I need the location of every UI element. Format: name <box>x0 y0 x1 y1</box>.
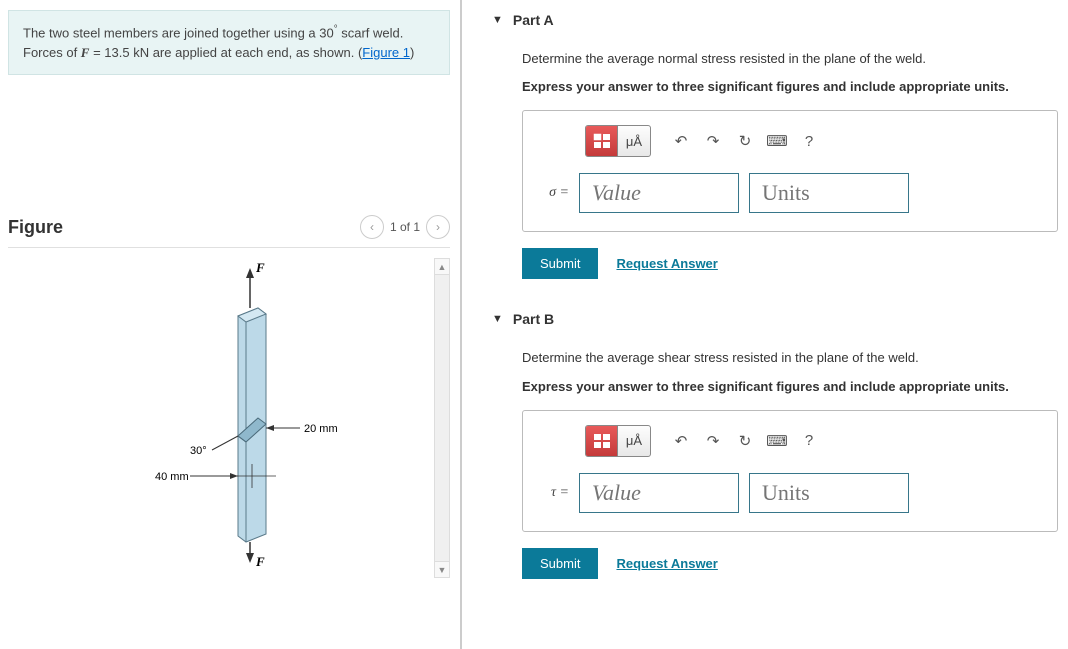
part-a-submit-button[interactable]: Submit <box>522 248 598 279</box>
keyboard-button[interactable]: ⌨ <box>761 126 793 156</box>
part-b-value-input[interactable] <box>579 473 739 513</box>
part-b-input-row: τ = <box>539 473 1041 513</box>
undo-button[interactable]: ↶ <box>665 126 697 156</box>
undo-button[interactable]: ↶ <box>665 426 697 456</box>
figure-nav: ‹ 1 of 1 › <box>360 215 450 239</box>
scroll-up-icon[interactable]: ▲ <box>435 259 449 275</box>
left-panel: The two steel members are joined togethe… <box>0 0 460 649</box>
part-a-instruction: Express your answer to three significant… <box>522 78 1058 96</box>
figure-area: F 30° <box>8 258 450 578</box>
units-tool-button[interactable]: μÅ <box>618 126 650 156</box>
caret-down-icon: ▼ <box>492 14 503 26</box>
part-a-prompt: Determine the average normal stress resi… <box>522 50 1058 68</box>
app-container: The two steel members are joined togethe… <box>0 0 1068 649</box>
reset-button[interactable]: ↻ <box>729 426 761 456</box>
figure-prev-button[interactable]: ‹ <box>360 215 384 239</box>
reset-button[interactable]: ↻ <box>729 126 761 156</box>
template-icon[interactable] <box>586 426 618 456</box>
problem-text-3: are applied at each end, as shown. ( <box>149 45 362 60</box>
figure-svg: F 30° <box>70 258 370 568</box>
right-panel: ▼ Part A Determine the average normal st… <box>462 0 1068 649</box>
part-b-submit-row: Submit Request Answer <box>522 548 1058 579</box>
part-b-header[interactable]: ▼ Part B <box>492 299 1058 339</box>
label-f-bottom: F <box>255 554 265 568</box>
scroll-down-icon[interactable]: ▼ <box>435 561 449 577</box>
help-button[interactable]: ? <box>793 426 825 456</box>
part-b-units-input[interactable] <box>749 473 909 513</box>
figure-title: Figure <box>8 217 63 238</box>
figure-counter: 1 of 1 <box>390 220 420 234</box>
part-a-variable: σ = <box>539 185 569 201</box>
figure-section: Figure ‹ 1 of 1 › F <box>8 215 450 578</box>
label-angle: 30° <box>190 445 207 457</box>
part-a-submit-row: Submit Request Answer <box>522 248 1058 279</box>
label-f-top: F <box>255 260 265 275</box>
template-icon[interactable] <box>586 126 618 156</box>
figure-header: Figure ‹ 1 of 1 › <box>8 215 450 248</box>
label-depth: 40 mm <box>155 471 189 483</box>
units-tool-button[interactable]: μÅ <box>618 426 650 456</box>
help-button[interactable]: ? <box>793 126 825 156</box>
part-b-request-answer-link[interactable]: Request Answer <box>616 556 717 571</box>
part-a-request-answer-link[interactable]: Request Answer <box>616 256 717 271</box>
redo-button[interactable]: ↷ <box>697 426 729 456</box>
redo-button[interactable]: ↷ <box>697 126 729 156</box>
part-a-toolbar: μÅ ↶ ↷ ↻ ⌨ ? <box>585 125 1041 157</box>
problem-text-4: ) <box>410 45 414 60</box>
part-b-prompt: Determine the average shear stress resis… <box>522 349 1058 367</box>
problem-statement: The two steel members are joined togethe… <box>8 10 450 75</box>
part-b-submit-button[interactable]: Submit <box>522 548 598 579</box>
part-b-toolbar: μÅ ↶ ↷ ↻ ⌨ ? <box>585 425 1041 457</box>
part-b-title: Part B <box>513 311 554 327</box>
part-a-input-row: σ = <box>539 173 1041 213</box>
keyboard-button[interactable]: ⌨ <box>761 426 793 456</box>
part-b-variable: τ = <box>539 485 569 501</box>
part-a-units-input[interactable] <box>749 173 909 213</box>
problem-text-1: The two steel members are joined togethe… <box>23 25 334 40</box>
prism <box>238 308 266 542</box>
part-a-title: Part A <box>513 12 554 28</box>
part-a-value-input[interactable] <box>579 173 739 213</box>
figure-link[interactable]: Figure 1 <box>362 45 410 60</box>
label-width: 20 mm <box>304 423 338 435</box>
part-b-body: Determine the average shear stress resis… <box>492 339 1058 598</box>
force-value: = 13.5 kN <box>89 45 149 60</box>
caret-down-icon: ▼ <box>492 313 503 325</box>
part-a-header[interactable]: ▼ Part A <box>492 0 1058 40</box>
figure-next-button[interactable]: › <box>426 215 450 239</box>
part-a-answer-box: μÅ ↶ ↷ ↻ ⌨ ? σ = <box>522 110 1058 232</box>
figure-scrollbar[interactable]: ▲ ▼ <box>434 258 450 578</box>
part-b-answer-box: μÅ ↶ ↷ ↻ ⌨ ? τ = <box>522 410 1058 532</box>
part-a-body: Determine the average normal stress resi… <box>492 40 1058 299</box>
part-b-instruction: Express your answer to three significant… <box>522 378 1058 396</box>
